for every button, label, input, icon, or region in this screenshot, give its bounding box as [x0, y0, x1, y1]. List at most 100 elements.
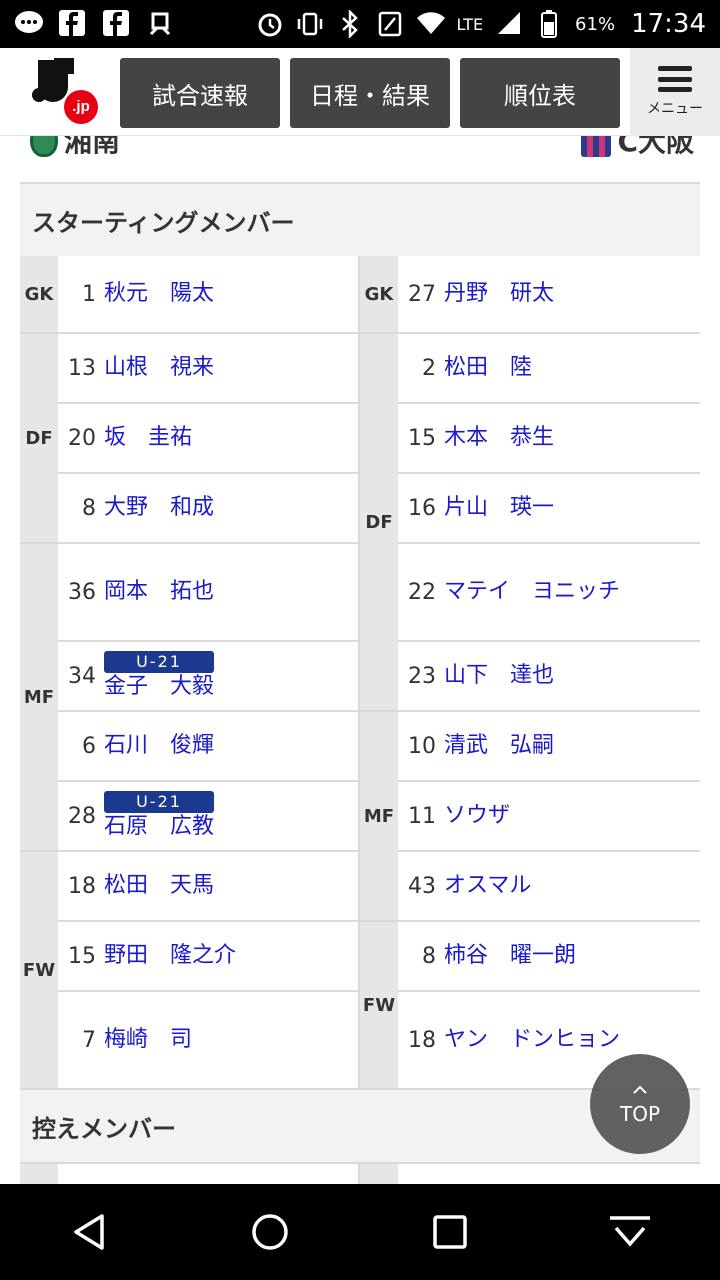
player-name-link[interactable]: 松田 陸 — [444, 354, 532, 382]
player-number: 20 — [68, 425, 96, 451]
menu-button[interactable]: メニュー — [630, 48, 720, 136]
recents-icon[interactable] — [420, 1202, 480, 1262]
player-name-link[interactable]: 石川 俊輝 — [104, 732, 214, 760]
nav-schedule-results[interactable]: 日程・結果 — [290, 58, 450, 128]
away-player-row[interactable]: 22 マテイ ヨニッチ — [398, 544, 700, 640]
player-number: 11 — [408, 803, 436, 829]
away-player-row[interactable]: 27 丹野 研太 — [398, 256, 700, 332]
vibrate-icon — [296, 10, 324, 38]
home-player-row[interactable]: 6 石川 俊輝 — [58, 712, 358, 780]
player-name-link[interactable]: 石原 広教 — [104, 813, 214, 841]
player-name-link[interactable]: 梅崎 司 — [104, 1026, 192, 1054]
away-player-row[interactable]: 8 柿谷 曜一朗 — [398, 922, 700, 990]
home-pos-mf: MF — [20, 544, 58, 850]
home-player-row[interactable]: 18 松田 天馬 — [58, 852, 358, 920]
scroll-top-button[interactable]: TOP — [590, 1054, 690, 1154]
app-screen: LTE 61% 17:34 .jp 試合速報 日程・結果 順位表 メニュー 湘南… — [0, 0, 720, 1280]
row-divider — [58, 472, 358, 474]
alarm-icon — [256, 10, 284, 38]
player-name-link[interactable]: 金子 大毅 — [104, 673, 214, 701]
u21-badge: U-21 — [104, 791, 214, 813]
player-name-link[interactable]: 柿谷 曜一朗 — [444, 942, 576, 970]
row-divider — [20, 850, 358, 852]
player-name-link[interactable]: 坂 圭祐 — [104, 424, 192, 452]
back-icon[interactable] — [60, 1202, 120, 1262]
player-number: 22 — [408, 579, 436, 605]
player-name-link[interactable]: 野田 隆之介 — [104, 942, 236, 970]
home-team[interactable]: 湘南 — [30, 136, 120, 160]
away-player-row[interactable]: 2 松田 陸 — [398, 334, 700, 402]
away-pos-mf: MF — [360, 712, 398, 920]
player-name-link[interactable]: 山下 達也 — [444, 662, 554, 690]
row-divider — [398, 472, 700, 474]
player-name-link[interactable]: ヤン ドンヒョン — [444, 1026, 624, 1054]
player-name-link[interactable]: 木本 恭生 — [444, 424, 554, 452]
home-player-row[interactable]: 34 U-21 金子 大毅 — [58, 642, 358, 710]
player-number: 15 — [68, 943, 96, 969]
away-team-name: C大阪 — [617, 136, 694, 158]
player-number: 28 — [68, 803, 96, 829]
player-number: 34 — [68, 663, 96, 689]
player-number: 8 — [82, 495, 96, 521]
starting-members-heading: スターティングメンバー — [20, 182, 700, 258]
away-team[interactable]: C大阪 — [581, 136, 694, 160]
home-pos-gk: GK — [20, 256, 58, 332]
home-team-name: 湘南 — [64, 136, 121, 158]
player-name-link[interactable]: 大野 和成 — [104, 494, 214, 522]
player-number: 15 — [408, 425, 436, 451]
transit-icon — [146, 10, 174, 38]
row-divider — [398, 640, 700, 642]
status-bar: LTE 61% 17:34 — [0, 0, 720, 48]
away-player-row[interactable]: 10 清武 弘嗣 — [398, 712, 700, 780]
player-number: 8 — [422, 943, 436, 969]
home-player-row[interactable]: 28 U-21 石原 広教 — [58, 782, 358, 850]
home-player-row[interactable]: 15 野田 隆之介 — [58, 922, 358, 990]
player-number: 43 — [408, 873, 436, 899]
signal-icon — [495, 10, 523, 38]
row-divider — [360, 710, 700, 712]
player-number: 18 — [408, 1027, 436, 1053]
away-player-row[interactable]: 43 オスマル — [398, 852, 700, 920]
player-name-link[interactable]: 清武 弘嗣 — [444, 732, 554, 760]
column-divider — [358, 256, 360, 1088]
cerezo-emblem-icon — [581, 136, 612, 157]
home-player-row[interactable]: 8 大野 和成 — [58, 474, 358, 542]
away-player-row[interactable]: 23 山下 達也 — [398, 642, 700, 710]
player-name-link[interactable]: 片山 瑛一 — [444, 494, 554, 522]
row-divider — [58, 640, 358, 642]
away-player-row[interactable]: 15 木本 恭生 — [398, 404, 700, 472]
battery-level: 61% — [575, 13, 616, 35]
player-name-link[interactable]: 松田 天馬 — [104, 872, 214, 900]
row-divider — [58, 710, 358, 712]
nav-match-live[interactable]: 試合速報 — [120, 58, 280, 128]
jleague-logo[interactable]: .jp — [30, 58, 102, 126]
bluetooth-icon — [336, 8, 364, 40]
home-player-row[interactable]: 13 山根 視来 — [58, 334, 358, 402]
player-name-link[interactable]: オスマル — [444, 872, 531, 900]
battery-icon — [535, 10, 563, 38]
home-player-row[interactable]: 7 梅崎 司 — [58, 992, 358, 1088]
player-number: 1 — [82, 281, 96, 307]
away-player-row[interactable]: 11 ソウザ — [398, 782, 700, 850]
player-name-link[interactable]: ソウザ — [444, 802, 510, 830]
player-number: 18 — [68, 873, 96, 899]
player-name-link[interactable]: 岡本 拓也 — [104, 578, 214, 606]
home-icon[interactable] — [240, 1202, 300, 1262]
player-number: 6 — [82, 733, 96, 759]
hide-keyboard-icon[interactable] — [600, 1202, 660, 1262]
player-number: 2 — [422, 355, 436, 381]
chat-icon — [14, 10, 43, 38]
away-player-row[interactable]: 16 片山 瑛一 — [398, 474, 700, 542]
player-name-link[interactable]: マテイ ヨニッチ — [444, 578, 624, 606]
player-number: 23 — [408, 663, 436, 689]
player-name-link[interactable]: 丹野 研太 — [444, 280, 554, 308]
row-divider — [398, 402, 700, 404]
home-player-row[interactable]: 1 秋元 陽太 — [58, 256, 358, 332]
shonan-emblem-icon — [30, 136, 58, 157]
player-name-link[interactable]: 秋元 陽太 — [104, 280, 214, 308]
home-player-row[interactable]: 20 坂 圭祐 — [58, 404, 358, 472]
nav-standings[interactable]: 順位表 — [460, 58, 620, 128]
player-name-link[interactable]: 山根 視来 — [104, 354, 214, 382]
home-player-row[interactable]: 36 岡本 拓也 — [58, 544, 358, 640]
away-pos-df: DF — [360, 334, 398, 710]
